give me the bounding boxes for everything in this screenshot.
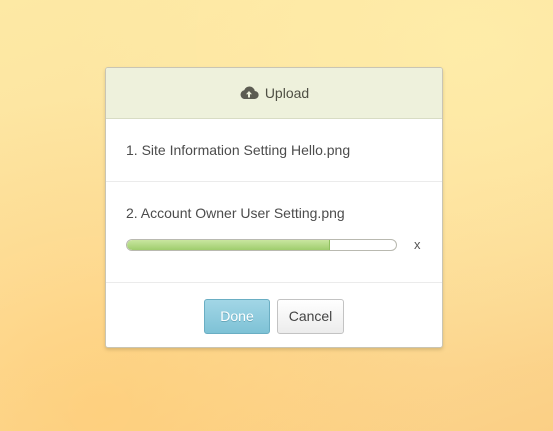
file-name: 1. Site Information Setting Hello.png [126,142,351,158]
cancel-button[interactable]: Cancel [277,298,344,334]
file-name: 2. Account Owner User Setting.png [126,205,345,221]
progress-fill [127,240,330,250]
done-button[interactable]: Done [204,298,270,334]
remove-file-button[interactable]: x [414,238,421,251]
dialog-actions: Done Cancel [106,283,442,347]
cloud-upload-icon [239,85,259,101]
file-item: 1. Site Information Setting Hello.png [106,119,442,182]
dialog-header: Upload [106,68,442,119]
upload-progress: x [126,238,422,251]
upload-dialog: Upload 1. Site Information Setting Hello… [105,67,443,348]
progress-bar [126,239,397,251]
dialog-title: Upload [264,85,310,101]
file-item-uploading: 2. Account Owner User Setting.png x [106,182,442,283]
